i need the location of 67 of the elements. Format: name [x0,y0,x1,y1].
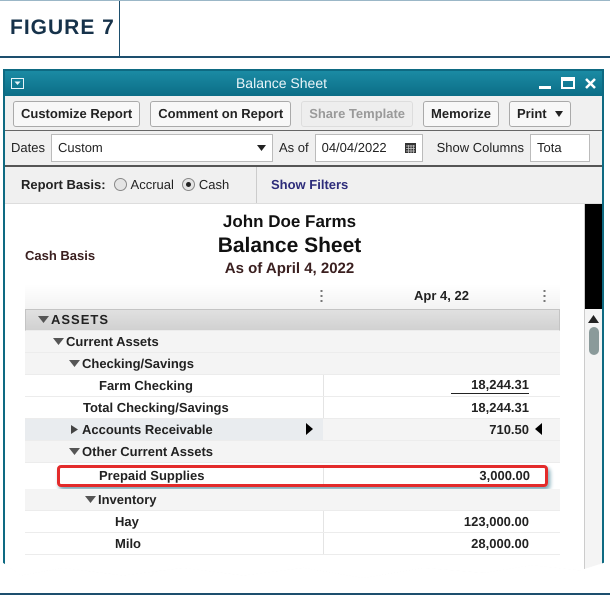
row-amount: 28,000.00 [471,536,529,551]
window-title: Balance Sheet [234,75,328,92]
expand-triangle-icon[interactable] [69,424,80,434]
calendar-icon[interactable] [404,142,416,154]
show-filters-link[interactable]: Show Filters [271,177,348,192]
report-title: Balance Sheet [218,234,362,258]
column-grip-icon[interactable] [320,290,323,302]
scroll-thumb[interactable] [588,326,598,355]
row-label: Inventory [98,492,157,507]
collapse-triangle-icon[interactable] [69,358,80,368]
report-row[interactable]: Hay 123,000.00 [25,510,560,533]
row-label: Farm Checking [99,378,193,393]
basis-radio[interactable]: Cash [182,177,230,192]
report-row[interactable]: ASSETS [25,308,560,331]
report-row[interactable]: Other Current Assets [25,440,560,463]
collapse-triangle-icon[interactable] [38,315,49,324]
row-label: Total Checking/Savings [83,400,229,415]
dates-dropdown[interactable]: Custom [50,134,273,162]
pointer-right-icon [306,423,313,436]
report-row[interactable]: Current Assets [25,330,560,353]
basis-radio[interactable]: Accrual [114,177,174,192]
column-grip-icon[interactable] [543,290,546,302]
toolbar-button[interactable]: Comment on Report [150,100,292,127]
row-amount: 18,244.31 [451,376,529,394]
row-label: Current Assets [66,334,159,349]
row-amount: 123,000.00 [464,514,529,529]
row-label: Milo [115,536,141,551]
row-amount: 710.50 [489,422,529,437]
collapse-triangle-icon[interactable] [85,494,96,504]
report-row[interactable]: Inventory [25,488,560,511]
row-label: Hay [115,514,139,529]
caret-icon [554,110,563,117]
row-label: ASSETS [51,312,110,328]
maximize-icon[interactable] [561,77,575,90]
company-name: John Doe Farms [222,212,356,232]
row-label: Accounts Receivable [82,422,213,437]
report-row[interactable]: Total Checking/Savings 18,244.31 [25,396,560,419]
as-of-label: As of [278,140,309,156]
report-date: As of April 4, 2022 [224,260,354,277]
window-menu-icon[interactable] [11,78,24,89]
report-row[interactable]: Farm Checking 18,244.31 [25,374,560,397]
figure-label: FIGURE 7 [0,1,120,56]
collapse-triangle-icon[interactable] [53,336,64,346]
report-row[interactable]: Accounts Receivable 710.50 [25,418,560,441]
column-title: Apr 4, 22 [414,288,469,304]
toolbar-button[interactable]: Print [509,100,571,127]
pointer-left-icon [535,423,542,436]
row-label: Prepaid Supplies [99,468,204,483]
collapse-triangle-icon[interactable] [69,446,80,456]
row-label: Other Current Assets [82,444,213,459]
caret-icon [256,144,266,151]
row-amount: 3,000.00 [479,468,530,483]
date-field[interactable]: 04/04/2022 [314,134,423,162]
row-amount: 18,244.31 [471,400,529,415]
toolbar-button[interactable]: Customize Report [13,100,140,127]
report-basis-label: Report Basis: [21,177,106,192]
dates-label: Dates [11,140,45,156]
toolbar-button[interactable]: Memorize [423,100,500,127]
basis-text: Cash Basis [24,248,96,265]
scroll-up-icon[interactable] [588,314,599,323]
columns-dropdown[interactable]: Tota [530,134,590,162]
close-icon[interactable] [585,78,596,89]
report-row[interactable]: Milo 28,000.00 [25,532,560,555]
row-label: Checking/Savings [82,356,194,371]
report-row[interactable]: Prepaid Supplies 3,000.00 [57,464,548,487]
report-row[interactable]: Checking/Savings [25,352,560,375]
show-columns-label: Show Columns [436,140,524,156]
